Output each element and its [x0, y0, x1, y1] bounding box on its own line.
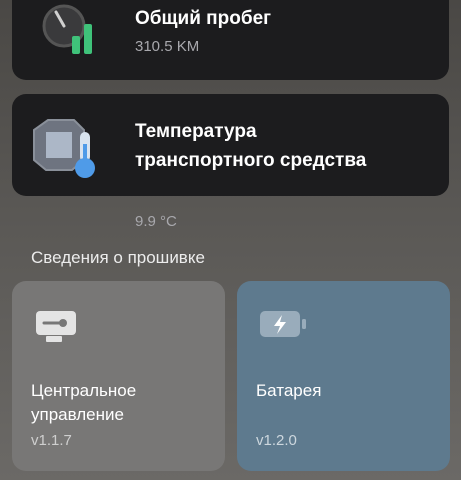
battery-icon	[259, 309, 307, 344]
firmware-section-title: Сведения о прошивке	[31, 248, 205, 267]
firmware-item-version: v1.2.0	[256, 432, 297, 449]
firmware-tile-central-control[interactable]: Центральное управление v1.1.7	[12, 281, 225, 471]
temperature-title: Температура транспортного средства	[135, 121, 367, 171]
firmware-tile-battery[interactable]: Батарея v1.2.0	[237, 281, 450, 471]
control-unit-icon	[34, 309, 78, 350]
mileage-value: 310.5 KM	[135, 38, 200, 55]
mileage-card[interactable]: Общий пробег 310.5 KM	[12, 0, 449, 80]
vehicle-thermometer-icon	[26, 116, 106, 180]
mileage-title: Общий пробег	[135, 8, 272, 29]
firmware-item-label: Батарея	[256, 381, 322, 400]
odometer-icon	[38, 4, 102, 60]
temperature-value: 9.9 °C	[135, 213, 177, 230]
firmware-item-version: v1.1.7	[31, 432, 72, 449]
firmware-item-label: Центральное управление	[31, 381, 137, 424]
